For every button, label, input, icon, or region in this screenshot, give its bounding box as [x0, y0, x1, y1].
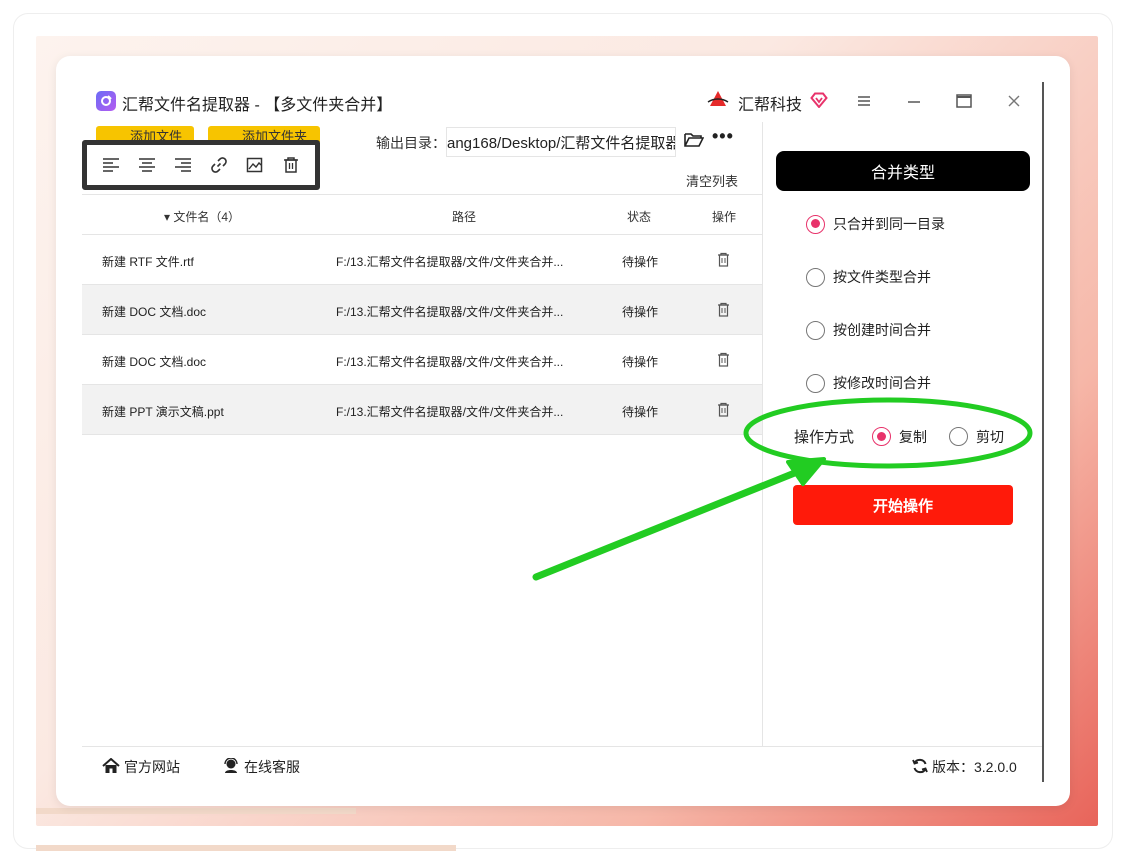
app-window: 汇帮文件名提取器 - 【多文件夹合并】 汇帮科技 添加文件 添加文件夹 输出目录… [56, 56, 1070, 806]
output-dir-label: 输出目录： [376, 135, 446, 151]
option-label: 按创建时间合并 [833, 322, 931, 338]
row-delete-icon[interactable] [717, 402, 730, 420]
row-filename: 新建 DOC 文档.doc [102, 305, 207, 319]
align-right-icon[interactable] [170, 152, 196, 178]
official-site-label: 官方网站 [124, 759, 180, 775]
operation-mode: 操作方式 复制 剪切 [794, 426, 1004, 447]
table-header: ▾ 文件名（4） 路径 状态 操作 [82, 194, 762, 235]
header-action: 操作 [712, 210, 737, 224]
row-status: 待操作 [622, 305, 659, 319]
window-title: 汇帮文件名提取器 - 【多文件夹合并】 [122, 97, 393, 114]
header-path: 路径 [452, 210, 477, 224]
row-filename: 新建 RTF 文件.rtf [102, 255, 194, 269]
row-status: 待操作 [622, 355, 659, 369]
row-filename: 新建 DOC 文档.doc [102, 355, 207, 369]
align-center-icon[interactable] [134, 152, 160, 178]
version-label: 版本：3.2.0.0 [932, 759, 1017, 775]
option-by-created[interactable]: 按创建时间合并 [806, 320, 931, 340]
row-path: F:/13.汇帮文件名提取器/文件/文件夹合并... [336, 405, 564, 419]
home-icon [102, 757, 120, 777]
minimize-icon[interactable] [904, 92, 924, 110]
option-by-modified[interactable]: 按修改时间合并 [806, 373, 931, 393]
app-logo-icon [96, 91, 116, 111]
radio-selected[interactable] [806, 214, 825, 234]
align-left-icon[interactable] [98, 152, 124, 178]
brand-name: 汇帮科技 [738, 96, 803, 114]
file-table: ▾ 文件名（4） 路径 状态 操作 新建 RTF 文件.rtf F:/13.汇帮… [82, 194, 762, 435]
row-path: F:/13.汇帮文件名提取器/文件/文件夹合并... [336, 255, 564, 269]
row-status: 待操作 [622, 405, 659, 419]
header-filename[interactable]: ▾ 文件名（4） [164, 208, 240, 225]
online-support-label: 在线客服 [244, 759, 300, 775]
support-agent-icon [222, 756, 240, 777]
vip-heart-icon [810, 92, 828, 113]
refresh-icon [912, 758, 928, 777]
radio-copy[interactable] [872, 427, 892, 446]
row-filename: 新建 PPT 演示文稿.ppt [102, 405, 224, 419]
online-support-link[interactable]: 在线客服 [222, 756, 300, 777]
brand[interactable]: 汇帮科技 [706, 88, 828, 117]
option-label: 只合并到同一目录 [833, 216, 945, 232]
brand-logo-icon [706, 88, 730, 117]
align-toolbar [82, 140, 320, 190]
image-edit-icon[interactable] [242, 152, 268, 178]
row-path: F:/13.汇帮文件名提取器/文件/文件夹合并... [336, 305, 564, 319]
folder-open-icon[interactable] [684, 132, 705, 153]
footer: 官方网站 在线客服 版本：3.2.0.0 [82, 746, 1042, 782]
cut-label: 剪切 [976, 428, 1005, 445]
clear-list-button[interactable]: 清空列表 [686, 171, 738, 190]
merge-type-header: 合并类型 [776, 151, 1030, 191]
operation-mode-label: 操作方式 [794, 429, 855, 446]
table-row[interactable]: 新建 DOC 文档.doc F:/13.汇帮文件名提取器/文件/文件夹合并...… [82, 335, 762, 385]
header-status: 状态 [627, 210, 652, 224]
background-bar [36, 845, 456, 851]
radio-unselected[interactable] [806, 373, 825, 393]
start-button[interactable]: 开始操作 [793, 485, 1013, 525]
table-row[interactable]: 新建 RTF 文件.rtf F:/13.汇帮文件名提取器/文件/文件夹合并...… [82, 235, 762, 285]
row-delete-icon[interactable] [717, 252, 730, 270]
more-options-icon[interactable]: ••• [712, 126, 734, 147]
option-by-type[interactable]: 按文件类型合并 [806, 267, 931, 287]
table-row[interactable]: 新建 PPT 演示文稿.ppt F:/13.汇帮文件名提取器/文件/文件夹合并.… [82, 385, 762, 435]
merge-settings-panel: 合并类型 只合并到同一目录 按文件类型合并 按创建时间合并 按修改时间合并 操作… [762, 122, 1043, 746]
menu-icon[interactable] [854, 92, 874, 110]
option-label: 按修改时间合并 [833, 375, 931, 391]
row-status: 待操作 [622, 255, 659, 269]
table-row[interactable]: 新建 DOC 文档.doc F:/13.汇帮文件名提取器/文件/文件夹合并...… [82, 285, 762, 335]
row-path: F:/13.汇帮文件名提取器/文件/文件夹合并... [336, 355, 564, 369]
radio-cut[interactable] [949, 427, 969, 446]
output-dir-field[interactable]: ang168/Desktop/汇帮文件名提取器 [446, 127, 676, 157]
option-label: 按文件类型合并 [833, 269, 931, 285]
option-same-dir[interactable]: 只合并到同一目录 [806, 214, 945, 234]
background-bar [36, 808, 356, 814]
maximize-icon[interactable] [954, 92, 974, 110]
copy-label: 复制 [899, 428, 928, 445]
radio-unselected[interactable] [806, 267, 825, 287]
close-icon[interactable] [1004, 92, 1024, 110]
link-icon[interactable] [206, 152, 232, 178]
trash-icon[interactable] [278, 152, 304, 178]
version-info[interactable]: 版本：3.2.0.0 [912, 757, 1017, 777]
radio-unselected[interactable] [806, 320, 825, 340]
row-delete-icon[interactable] [717, 302, 730, 320]
row-delete-icon[interactable] [717, 352, 730, 370]
official-site-link[interactable]: 官方网站 [102, 757, 180, 777]
